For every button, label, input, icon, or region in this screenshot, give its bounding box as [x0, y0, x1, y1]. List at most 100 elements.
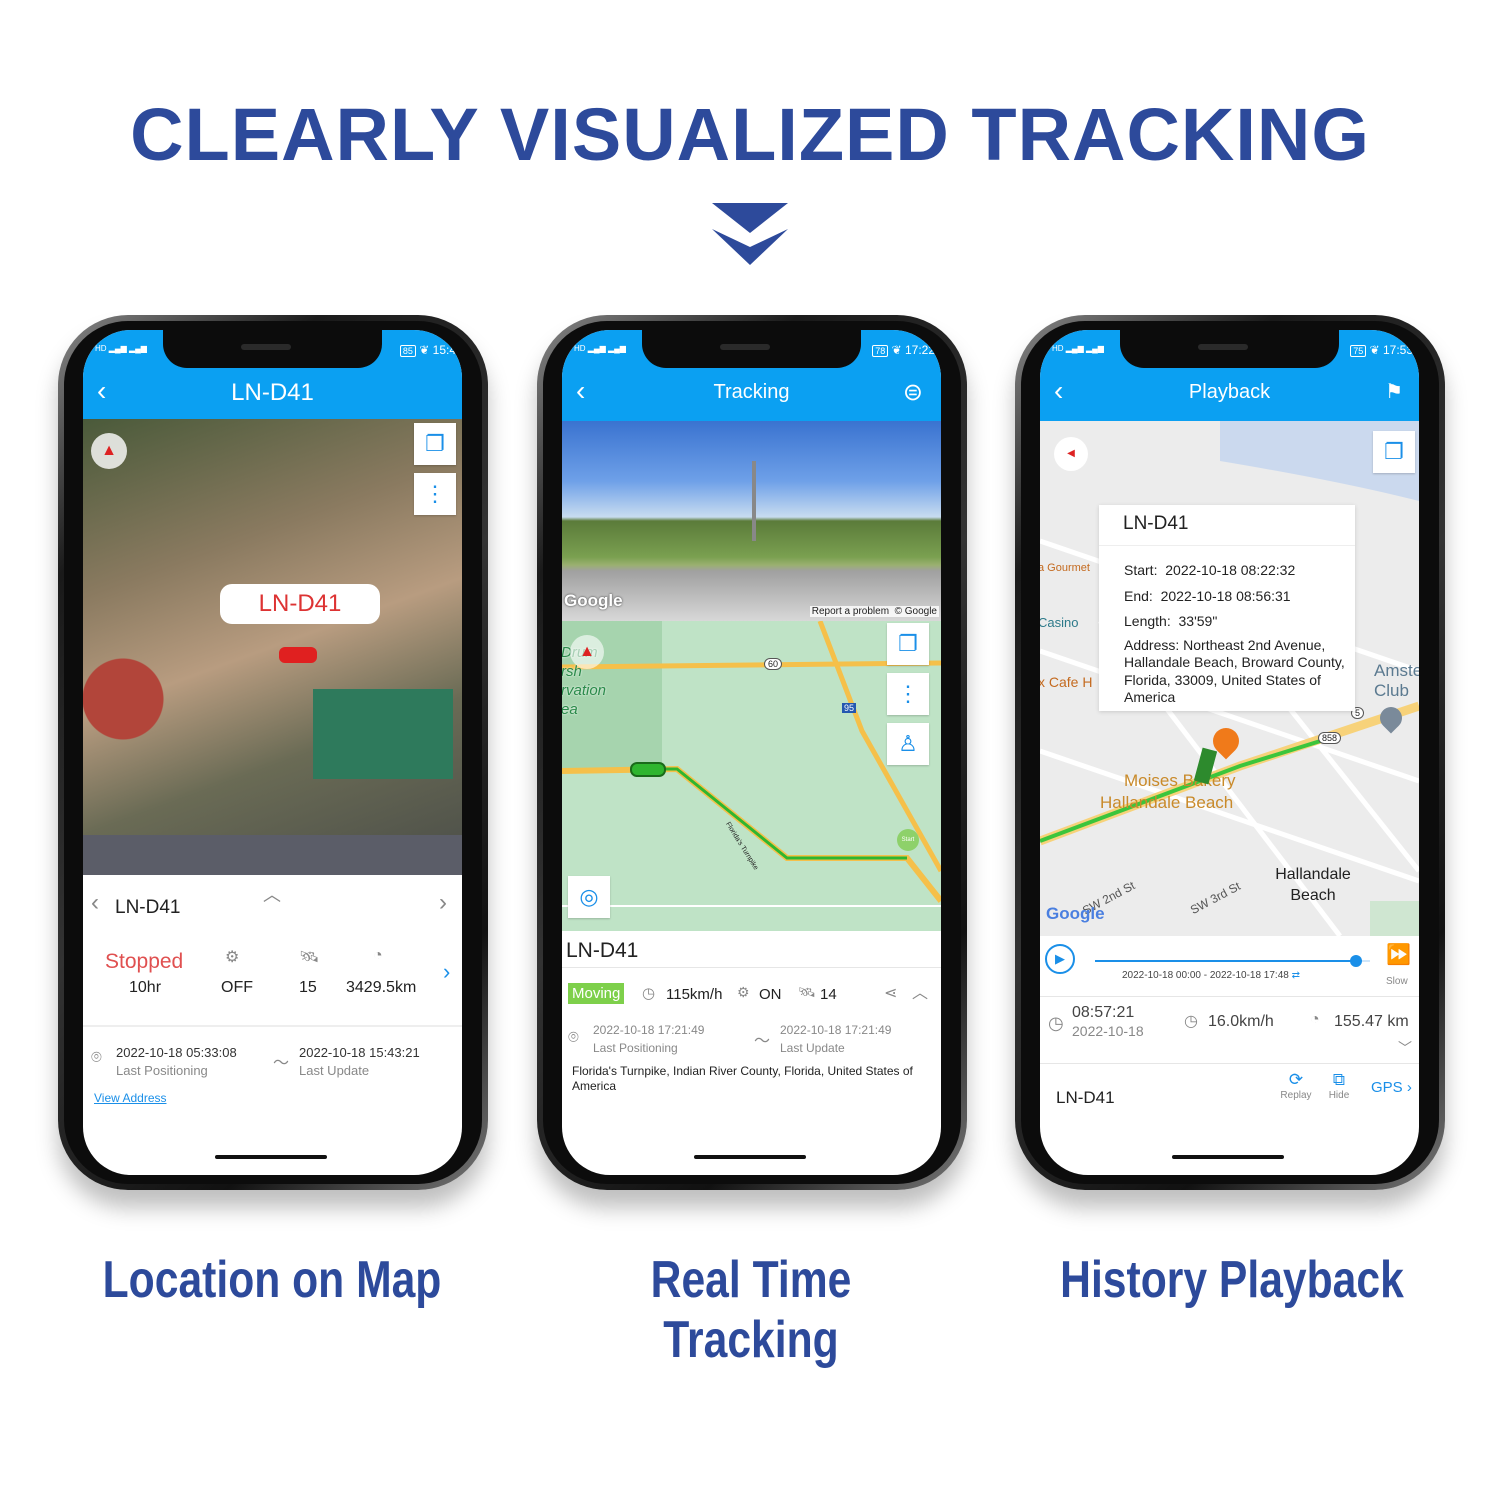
- report-problem-link[interactable]: Report a problem © Google: [809, 606, 939, 617]
- heartbeat-icon: 〜: [754, 1033, 771, 1050]
- progress-slider[interactable]: [1095, 955, 1370, 967]
- traffic-button[interactable]: ⋮: [887, 673, 929, 715]
- route-map[interactable]: Drum rsh rvation ea 60 95 Florida's Turn…: [562, 621, 941, 931]
- divider: [562, 967, 941, 968]
- device-panel: LN-D41 Moving ◷ 115km/h ⚙ ON 🛰 14 ⋖ ︿ ⌾ …: [562, 931, 941, 1175]
- mileage: 3429.5km: [346, 979, 417, 996]
- street-view-button[interactable]: ♙: [887, 723, 929, 765]
- replay-button[interactable]: ⟳ Replay: [1276, 1070, 1316, 1101]
- collapse-chevron-icon[interactable]: ︿: [912, 979, 928, 1003]
- slider-handle[interactable]: [1350, 955, 1363, 967]
- device-panel: ‹ LN-D41 ︿ › Stopped 10hr ⚙ OFF 🛰 15 ◔ 3…: [83, 875, 462, 1175]
- header-title: Playback: [1188, 381, 1271, 403]
- more-chevron-icon[interactable]: ›: [443, 959, 450, 985]
- last-positioning-time: 2022-10-18 05:33:08: [116, 1045, 237, 1060]
- home-indicator[interactable]: [694, 1155, 806, 1159]
- screen: HD ▂▄▆ ▂▄▆ 75 ❦ 17:53 ‹ Playback ⚑ a Gou…: [1040, 330, 1419, 1175]
- poi-label: Amste Club: [1374, 661, 1419, 700]
- app-header: ‹ Playback ⚑: [1040, 366, 1419, 421]
- start-label: Start:: [1124, 562, 1158, 578]
- back-button[interactable]: ‹: [576, 366, 585, 416]
- engine-icon: ⚙: [737, 984, 750, 1000]
- play-button[interactable]: ▶: [1045, 944, 1075, 974]
- poi-label: Moises Bakery: [1124, 771, 1236, 790]
- car-marker-icon[interactable]: [630, 762, 666, 777]
- compass-icon[interactable]: ▲: [570, 635, 604, 669]
- last-update-time: 2022-10-18 17:21:49: [780, 1023, 892, 1037]
- home-indicator[interactable]: [1172, 1155, 1284, 1159]
- heartbeat-icon: 〜: [273, 1055, 290, 1072]
- next-device-button[interactable]: ›: [439, 889, 447, 917]
- view-address-link[interactable]: View Address: [94, 1091, 167, 1105]
- clock: 17:53: [1382, 343, 1413, 357]
- engine-status: ON: [759, 986, 782, 1003]
- end-time: 2022-10-18 08:56:31: [1160, 587, 1291, 604]
- home-indicator[interactable]: [215, 1155, 327, 1159]
- fast-forward-button[interactable]: ⏩: [1386, 942, 1411, 967]
- range-start: 2022-10-18 00:00: [1122, 970, 1201, 981]
- start-time: 2022-10-18 08:22:32: [1165, 562, 1296, 578]
- replay-label: Replay: [1280, 1090, 1312, 1101]
- battery-level: 85: [399, 345, 416, 357]
- address: Florida's Turnpike, Indian River County,…: [572, 1064, 913, 1093]
- caption-real-time-tracking: Real Time Tracking: [650, 1251, 852, 1369]
- playback-distance: 155.47 km: [1334, 1013, 1409, 1030]
- poi-label: x Cafe H: [1040, 674, 1093, 690]
- traffic-button[interactable]: ⋮: [414, 473, 456, 515]
- range-end: 2022-10-18 17:48: [1209, 970, 1289, 981]
- playback-map[interactable]: a Gourmet Casino x Cafe H Amste Club 858…: [1040, 421, 1419, 936]
- layers-button[interactable]: ❐: [414, 423, 456, 465]
- clock-icon: ◷: [1048, 1013, 1064, 1033]
- gps-button[interactable]: GPS ›: [1371, 1079, 1412, 1096]
- poi-label: Hallandale Beach: [1100, 793, 1234, 812]
- road: [83, 835, 462, 875]
- gps-label: GPS: [1371, 1079, 1403, 1096]
- clock: 15:4: [432, 343, 456, 357]
- time-range: 2022-10-18 00:00 - 2022-10-18 17:48 ⇄: [1122, 970, 1300, 981]
- start-label: Start: [901, 837, 915, 843]
- device-name: LN-D41: [566, 939, 639, 962]
- expand-chevron-icon[interactable]: ﹀: [1398, 1038, 1412, 1058]
- back-button[interactable]: ‹: [97, 366, 106, 416]
- screen: HD ▂▄▆ ▂▄▆ 78 ❦ 17:22 ‹ Tracking ⊜ Googl…: [562, 330, 941, 1175]
- satellite-count: 15: [299, 979, 317, 996]
- signal-icon: HD ▂▄▆ ▂▄▆: [1052, 344, 1104, 353]
- route-flag-icon[interactable]: ⚑: [1385, 366, 1403, 419]
- layers-button[interactable]: ❐: [887, 623, 929, 665]
- last-positioning-label: Last Positioning: [593, 1041, 678, 1055]
- last-positioning-label: Last Positioning: [116, 1063, 208, 1078]
- last-update-time: 2022-10-18 15:43:21: [299, 1045, 420, 1060]
- report-text[interactable]: Report a problem: [812, 606, 889, 617]
- odometer-icon: ◔: [1310, 1011, 1320, 1028]
- length: 33'59": [1178, 613, 1218, 629]
- share-icon[interactable]: ⋖: [884, 983, 897, 1003]
- divider: [1099, 545, 1355, 546]
- header-title: LN-D41: [231, 379, 314, 406]
- compass-icon[interactable]: ◀: [1054, 437, 1088, 471]
- playback-time: 08:57:21: [1072, 1004, 1135, 1021]
- trip-popup: LN-D41 Start: 2022-10-18 08:22:32 End: 2…: [1099, 505, 1355, 711]
- status-badge: Moving: [568, 983, 625, 1004]
- battery-level: 78: [872, 345, 889, 357]
- last-update-label: Last Update: [780, 1041, 845, 1055]
- satellite-icon: 🛰: [798, 984, 816, 1000]
- start-marker[interactable]: Start: [897, 829, 919, 851]
- caption-location-on-map: Location on Map: [102, 1251, 442, 1309]
- locate-button[interactable]: ◎: [568, 876, 610, 918]
- length-label: Length:: [1124, 613, 1171, 629]
- layers-button[interactable]: ❐: [1373, 431, 1415, 473]
- prev-device-button[interactable]: ‹: [91, 889, 99, 917]
- street-view[interactable]: Google Report a problem © Google: [562, 421, 941, 621]
- leaf-icon: ❦: [1369, 343, 1380, 357]
- battery-level: 75: [1350, 345, 1367, 357]
- satellite-map[interactable]: ▲ ❐ ⋮ LN-D41: [83, 419, 462, 875]
- hide-button[interactable]: ⧉ Hide: [1322, 1070, 1356, 1101]
- car-marker-icon[interactable]: [279, 647, 317, 663]
- swap-icon[interactable]: ⇄: [1292, 970, 1300, 981]
- header-title: Tracking: [713, 381, 790, 403]
- collapse-chevron-icon[interactable]: ︿: [263, 881, 281, 907]
- compass-icon[interactable]: ▲: [91, 433, 127, 469]
- back-button[interactable]: ‹: [1054, 366, 1063, 416]
- device-map-label[interactable]: LN-D41: [220, 584, 380, 624]
- switch-icon[interactable]: ⊜: [903, 366, 923, 419]
